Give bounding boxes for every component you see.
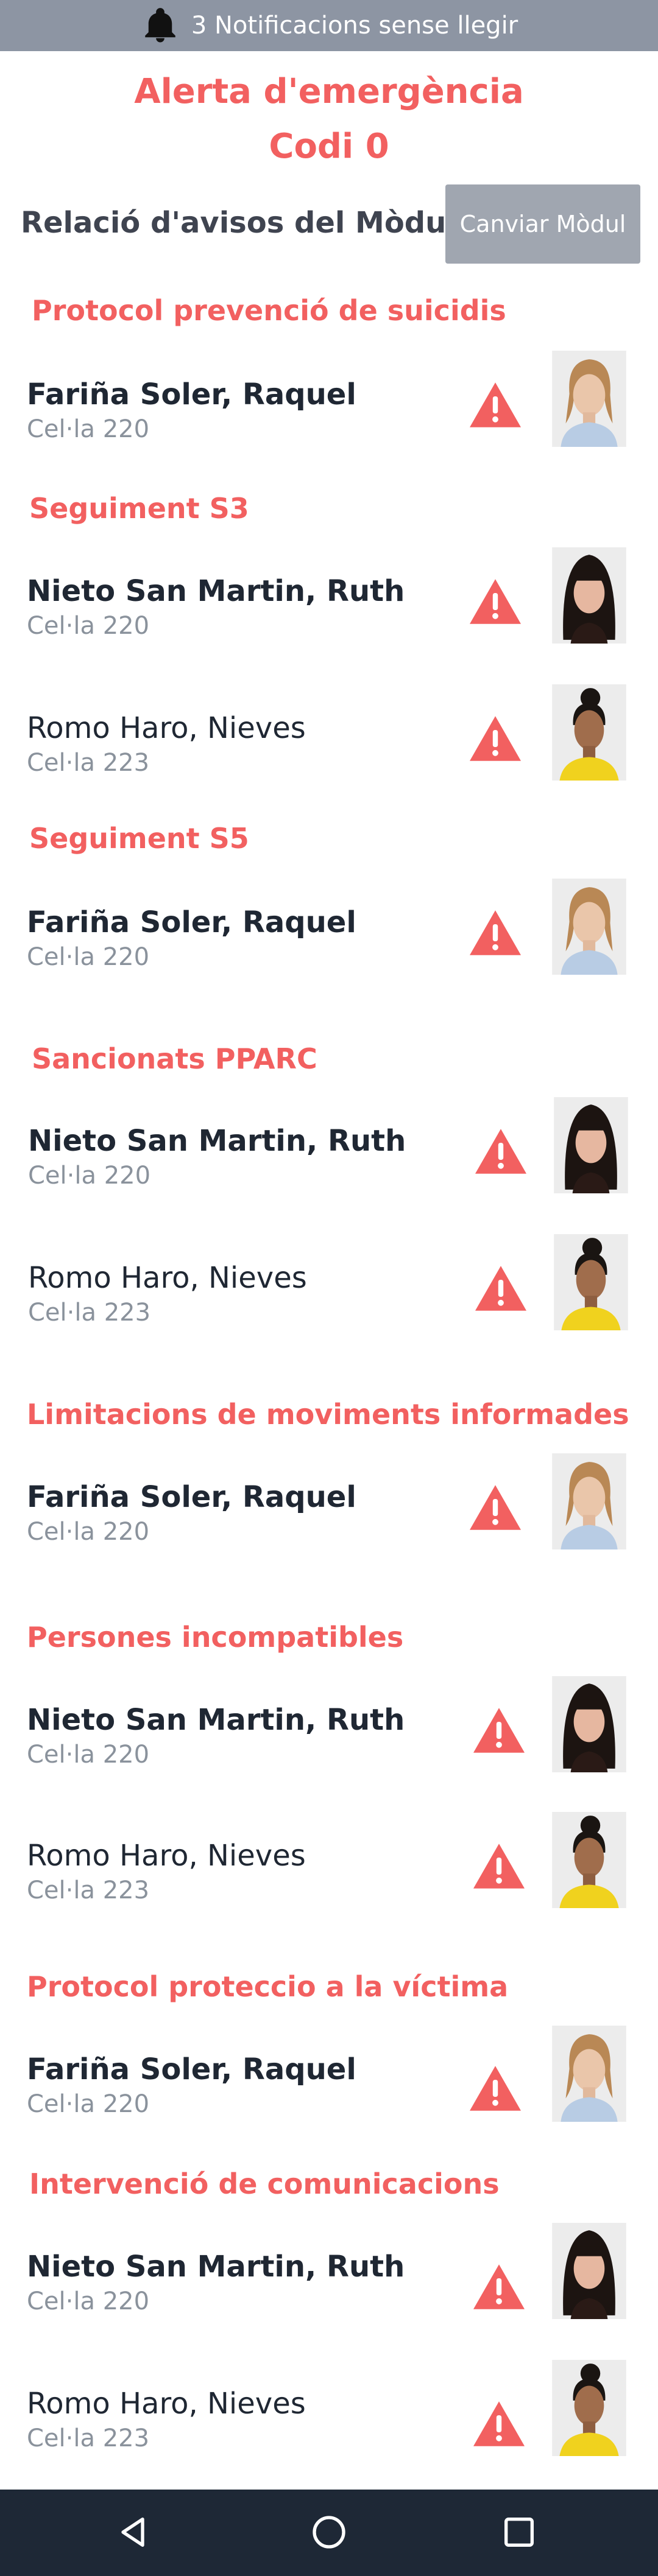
section-title: Seguiment S5 [29, 822, 249, 855]
list-item[interactable]: Nieto San Martin, Ruth Cel·la 220 [0, 1676, 658, 1800]
person-name: Romo Haro, Nieves [28, 1261, 307, 1295]
notification-bar[interactable]: 3 Notificacions sense llegir [0, 0, 658, 51]
section-title: Protocol prevenció de suicidis [32, 294, 506, 327]
warning-icon[interactable] [473, 1708, 525, 1753]
warning-icon[interactable] [470, 910, 521, 955]
list-item[interactable]: Fariña Soler, Raquel Cel·la 220 [0, 1453, 658, 1578]
list-item[interactable]: Romo Haro, Nieves Cel·la 223 [0, 684, 658, 809]
module-subtitle: Relació d'avisos del Mòdul 2 [21, 206, 487, 240]
person-cell: Cel·la 223 [27, 1876, 150, 1904]
person-cell: Cel·la 223 [27, 749, 150, 777]
section-title: Sancionats PPARC [32, 1042, 317, 1075]
warning-icon[interactable] [470, 382, 521, 427]
avatar [554, 1234, 628, 1330]
list-item[interactable]: Romo Haro, Nieves Cel·la 223 [0, 2360, 658, 2484]
warning-icon[interactable] [475, 1266, 526, 1311]
avatar [552, 684, 626, 781]
list-item[interactable]: Romo Haro, Nieves Cel·la 223 [0, 1234, 658, 1358]
avatar [552, 2026, 626, 2122]
avatar [552, 1453, 626, 1549]
avatar [552, 351, 626, 447]
person-name: Romo Haro, Nieves [27, 2387, 306, 2421]
section-title: Limitacions de moviments informades [27, 1398, 629, 1431]
person-cell: Cel·la 223 [27, 2424, 150, 2452]
list-item[interactable]: Fariña Soler, Raquel Cel·la 220 [0, 2026, 658, 2150]
person-cell: Cel·la 220 [27, 1518, 150, 1546]
system-navbar [0, 2490, 658, 2576]
person-name: Nieto San Martin, Ruth [27, 1703, 405, 1737]
person-cell: Cel·la 220 [27, 2287, 150, 2315]
change-module-button[interactable]: Canviar Mòdul [445, 184, 640, 264]
person-cell: Cel·la 223 [28, 1299, 151, 1327]
warning-icon[interactable] [470, 2066, 521, 2111]
section-title: Intervenció de comunicacions [29, 2167, 500, 2200]
person-name: Fariña Soler, Raquel [27, 2052, 356, 2086]
person-cell: Cel·la 220 [27, 415, 150, 443]
list-item[interactable]: Fariña Soler, Raquel Cel·la 220 [0, 879, 658, 1003]
person-name: Fariña Soler, Raquel [27, 377, 356, 412]
avatar [552, 879, 626, 975]
warning-icon[interactable] [473, 2264, 525, 2309]
notification-text: 3 Notificacions sense llegir [191, 12, 518, 40]
home-icon[interactable] [310, 2513, 348, 2552]
list-item[interactable]: Nieto San Martin, Ruth Cel·la 220 [0, 1097, 658, 1221]
section-title: Protocol proteccio a la víctima [27, 1970, 509, 2003]
page-code: Codi 0 [269, 127, 389, 166]
person-cell: Cel·la 220 [28, 1162, 151, 1190]
avatar [554, 1097, 628, 1193]
avatar [552, 1676, 626, 1772]
bell-icon [145, 8, 175, 43]
warning-icon[interactable] [470, 716, 521, 761]
avatar [552, 547, 626, 644]
avatar [552, 1812, 626, 1908]
page-title: Alerta d'emergència [134, 72, 524, 111]
person-name: Fariña Soler, Raquel [27, 1480, 356, 1514]
warning-icon[interactable] [473, 1844, 525, 1889]
warning-icon[interactable] [470, 579, 521, 624]
warning-icon[interactable] [470, 1485, 521, 1530]
person-name: Romo Haro, Nieves [27, 1839, 306, 1873]
list-item[interactable]: Nieto San Martin, Ruth Cel·la 220 [0, 547, 658, 672]
section-title: Persones incompatibles [27, 1621, 404, 1654]
list-item[interactable]: Fariña Soler, Raquel Cel·la 220 [0, 351, 658, 475]
person-name: Nieto San Martin, Ruth [28, 1124, 406, 1158]
warning-icon[interactable] [475, 1129, 526, 1174]
list-item[interactable]: Nieto San Martin, Ruth Cel·la 220 [0, 2223, 658, 2347]
list-item[interactable]: Romo Haro, Nieves Cel·la 223 [0, 1812, 658, 1936]
avatar [552, 2360, 626, 2456]
person-name: Nieto San Martin, Ruth [27, 574, 405, 608]
person-name: Fariña Soler, Raquel [27, 905, 356, 939]
person-cell: Cel·la 220 [27, 1741, 150, 1769]
person-name: Nieto San Martin, Ruth [27, 2250, 405, 2284]
person-cell: Cel·la 220 [27, 612, 150, 640]
person-cell: Cel·la 220 [27, 2090, 150, 2118]
back-icon[interactable] [113, 2513, 152, 2552]
warning-icon[interactable] [473, 2401, 525, 2446]
avatar [552, 2223, 626, 2319]
section-title: Seguiment S3 [29, 492, 249, 525]
recents-icon[interactable] [500, 2513, 539, 2552]
person-name: Romo Haro, Nieves [27, 711, 306, 745]
person-cell: Cel·la 220 [27, 943, 150, 971]
